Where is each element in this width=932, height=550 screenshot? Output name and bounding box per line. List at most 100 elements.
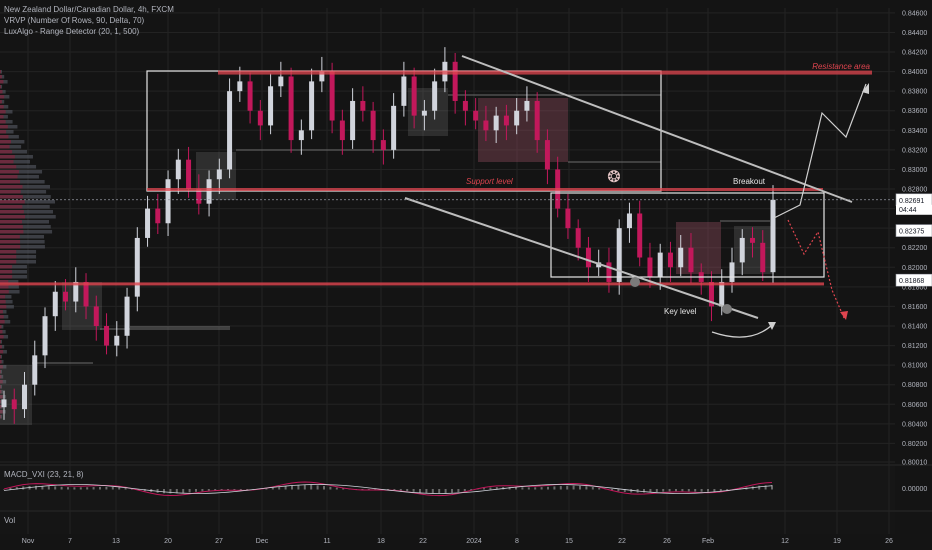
- symbol-title[interactable]: New Zealand Dollar/Canadian Dollar, 4h, …: [4, 4, 174, 15]
- volume-profile-bar: [0, 230, 24, 234]
- indicator-range-detector[interactable]: LuxAlgo - Range Detector (20, 1, 500): [4, 26, 174, 37]
- volume-profile-bar: [0, 225, 23, 229]
- x-tick-label: 15: [565, 538, 573, 545]
- macd-histogram-bar: [425, 489, 428, 493]
- x-tick-label: 26: [885, 538, 893, 545]
- x-tick-label: Nov: [22, 538, 35, 545]
- volume-profile-bar: [0, 350, 4, 354]
- candle-body: [186, 159, 192, 190]
- candle-body: [667, 252, 673, 268]
- chart-legend: New Zealand Dollar/Canadian Dollar, 4h, …: [4, 4, 174, 37]
- x-tick-label: 2024: [466, 538, 482, 545]
- x-tick-label: 19: [833, 538, 841, 545]
- x-tick-label: 13: [112, 538, 120, 545]
- macd-histogram-bar: [617, 489, 620, 492]
- volume-profile-bar: [0, 240, 21, 244]
- candle-body: [309, 81, 315, 131]
- candle-body: [124, 296, 130, 336]
- volume-label[interactable]: Vol: [4, 516, 15, 525]
- candle-body: [678, 247, 684, 268]
- volume-profile-bar: [0, 340, 1, 344]
- y-tick-label: 0.82000: [902, 265, 927, 272]
- volume-profile-bar: [0, 325, 2, 329]
- candle-body: [155, 208, 161, 224]
- macd-label[interactable]: MACD_VXI (23, 21, 8): [4, 470, 84, 479]
- volume-profile-bar: [0, 310, 3, 314]
- volume-profile-bar: [0, 165, 17, 169]
- macd-histogram-bar: [99, 486, 101, 490]
- macd-histogram-bar: [687, 489, 690, 492]
- macd-histogram-bar: [707, 489, 709, 492]
- x-tick-label: 7: [68, 538, 72, 545]
- volume-profile-bar: [0, 315, 4, 319]
- range-box: [478, 98, 568, 162]
- breakout-label: Breakout: [733, 177, 766, 186]
- macd-histogram-bar: [195, 489, 197, 492]
- volume-profile-bar: [0, 235, 20, 239]
- candle-body: [11, 399, 17, 410]
- macd-histogram-bar: [182, 489, 185, 493]
- y-tick-label: 0.83000: [902, 167, 927, 174]
- macd-histogram-bar: [329, 486, 332, 490]
- candle-body: [565, 208, 571, 229]
- candle-body: [339, 120, 345, 141]
- candle-body: [421, 110, 427, 116]
- macd-histogram-bar: [67, 487, 69, 490]
- macd-pane: [0, 466, 895, 510]
- macd-histogram-bar: [35, 485, 37, 490]
- volume-profile-bar: [0, 270, 13, 274]
- volume-profile-bar: [0, 140, 11, 144]
- macd-histogram-bar: [188, 489, 191, 493]
- volume-profile-bar: [0, 170, 19, 174]
- candle-body: [227, 91, 233, 170]
- candle-body: [288, 76, 294, 141]
- y-tick-label: 0.83400: [902, 128, 927, 135]
- macd-histogram-bar: [335, 487, 338, 490]
- candle-body: [380, 140, 386, 150]
- countdown-badge: 04:44: [899, 207, 917, 214]
- volume-profile-bar: [0, 160, 14, 164]
- macd-histogram-bar: [438, 489, 441, 494]
- y-tick-label: 0.80400: [902, 421, 927, 428]
- candle-body: [729, 262, 735, 282]
- volume-profile-bar: [0, 195, 23, 199]
- volume-profile-bar: [0, 110, 6, 114]
- key-level-marker: [722, 304, 732, 314]
- y-tick-label: 0.83600: [902, 108, 927, 115]
- y-tick-label: 0.81600: [902, 304, 927, 311]
- macd-histogram-bar: [284, 486, 287, 490]
- resistance-area-label: Resistance area: [812, 62, 870, 71]
- y-tick-label: 0.80010: [902, 460, 927, 467]
- macd-histogram-bar: [431, 489, 434, 494]
- chart-canvas: Nov 7 13 20 27 Dec 11 18 22 2024 8 15 22 26 Feb 12 19 26 0…: [0, 0, 932, 550]
- macd-histogram-bar: [79, 487, 82, 490]
- macd-histogram-bar: [585, 486, 588, 490]
- candle-body: [391, 105, 397, 150]
- candle-body: [544, 140, 550, 170]
- candle-body: [329, 71, 335, 121]
- candle-body: [770, 199, 776, 273]
- candle-body: [42, 316, 48, 356]
- volume-profile-bar: [0, 320, 5, 324]
- macd-histogram-bar: [694, 489, 697, 492]
- y-tick-label: 0.82800: [902, 187, 927, 194]
- support-line: [147, 188, 823, 191]
- volume-profile-bar: [0, 115, 4, 119]
- volume-profile-bar: [0, 335, 4, 339]
- macd-histogram-bar: [92, 487, 95, 490]
- volume-profile-bar: [0, 330, 3, 334]
- macd-histogram-bar: [207, 489, 210, 491]
- volume-profile-bar: [0, 80, 4, 84]
- candle-body: [93, 306, 99, 326]
- volume-profile-bar: [0, 120, 6, 124]
- candle-body: [247, 81, 253, 111]
- macd-histogram-bar: [118, 487, 121, 490]
- candle-body: [145, 208, 151, 238]
- candle-body: [22, 384, 28, 410]
- key-level-label: Key level: [664, 307, 697, 316]
- macd-histogram-bar: [60, 486, 63, 490]
- candle-body: [52, 291, 58, 317]
- candle-body: [514, 110, 520, 126]
- indicator-vrvp[interactable]: VRVP (Number Of Rows, 90, Delta, 70): [4, 15, 174, 26]
- macd-histogram-bar: [598, 487, 601, 490]
